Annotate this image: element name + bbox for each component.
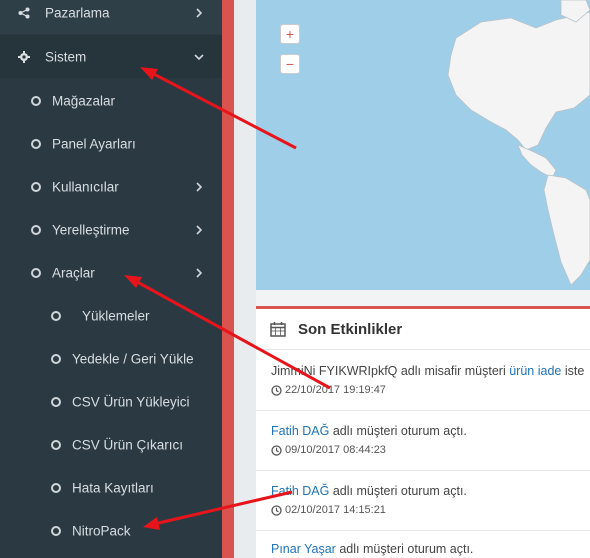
map-landmass [447,0,590,286]
sidebar-item-pazarlama[interactable]: Pazarlama [0,0,222,34]
sidebar-item-label: Pazarlama [45,5,110,20]
content-gutter [234,0,256,558]
sidebar-item-label: Yedekle / Geri Yükle [72,351,194,366]
clock-icon [271,444,282,456]
sidebar-item-label: Kullanıcılar [52,179,119,194]
world-map[interactable]: + − [256,0,590,290]
activity-time: 22/10/2017 19:19:47 [271,384,386,396]
sidebar-item-yedekle[interactable]: Yedekle / Geri Yükle [0,337,222,380]
activity-text: Fatih DAĞ adlı müşteri oturum açtı. [271,424,467,438]
sidebar-item-araclar[interactable]: Araçlar [0,251,222,294]
circle-icon [51,439,61,450]
gear-icon [18,50,30,63]
activity-text-post: adlı müşteri oturum açtı. [329,484,467,498]
recent-activity-panel: Son Etkinlikler JimmiNi FYIKWRIpkfQ adlı… [256,306,590,558]
activity-item: Fatih DAĞ adlı müşteri oturum açtı. 09/1… [256,410,590,471]
sidebar-item-csv-cikarici[interactable]: CSV Ürün Çıkarıcı [0,423,222,466]
zoom-in-button[interactable]: + [280,24,300,44]
sidebar-item-label: Hata Kayıtları [72,480,154,495]
zoom-out-button[interactable]: − [280,54,300,74]
activity-text-post: iste [561,364,585,378]
circle-icon [51,482,61,493]
activity-time-text: 02/10/2017 14:15:21 [285,504,386,516]
share-icon [18,7,30,18]
sidebar-item-yuklemeler[interactable]: Yüklemeler [0,294,222,337]
sidebar-item-csv-yukleyici[interactable]: CSV Ürün Yükleyici [0,380,222,423]
activity-item: JimmiNi FYIKWRIpkfQ adlı misafir müşteri… [256,350,590,411]
accent-strip [222,0,234,558]
activity-time-text: 09/10/2017 08:44:23 [285,444,386,456]
circle-icon [31,138,41,149]
chevron-right-icon [196,181,203,192]
sidebar-item-label: Yüklemeler [82,308,150,323]
clock-icon [271,504,282,516]
circle-icon [51,525,61,536]
sidebar-item-yerellestirme[interactable]: Yerelleştirme [0,208,222,251]
circle-icon [31,224,41,235]
sidebar-item-magazalar[interactable]: Mağazalar [0,79,222,122]
activity-link[interactable]: ürün iade [509,364,561,378]
activity-item: Pınar Yaşar adlı müşteri oturum açtı. [256,530,590,558]
panel-title: Son Etkinlikler [298,321,403,338]
sidebar-item-label: Panel Ayarları [52,136,136,151]
activity-text-post: adlı müşteri oturum açtı. [329,424,467,438]
sidebar-item-label: CSV Ürün Yükleyici [72,394,190,409]
chevron-right-icon [196,224,203,235]
sidebar-item-label: Yerelleştirme [52,222,130,237]
sidebar-item-label: NitroPack [72,523,131,538]
sidebar-item-sistem[interactable]: Sistem [0,35,222,78]
activity-link[interactable]: Fatih DAĞ [271,424,329,438]
sidebar-item-panel-ayarlari[interactable]: Panel Ayarları [0,122,222,165]
calendar-icon [270,322,286,337]
chevron-right-icon [196,7,203,18]
sidebar-item-label: CSV Ürün Çıkarıcı [72,437,184,452]
circle-icon [51,353,61,364]
sidebar-item-label: Araçlar [52,265,95,280]
activity-time-text: 22/10/2017 19:19:47 [285,384,386,396]
sidebar-item-kullanicilar[interactable]: Kullanıcılar [0,165,222,208]
clock-icon [271,384,282,396]
activity-link[interactable]: Fatih DAĞ [271,484,329,498]
circle-icon [51,396,61,407]
activity-text: Fatih DAĞ adlı müşteri oturum açtı. [271,484,467,498]
activity-text-pre: JimmiNi FYIKWRIpkfQ adlı misafir müşteri [271,364,510,378]
chevron-down-icon [194,53,204,60]
activity-link[interactable]: Pınar Yaşar [271,542,336,556]
circle-icon [31,181,41,192]
activity-text: Pınar Yaşar adlı müşteri oturum açtı. [271,542,473,556]
sidebar-item-label: Sistem [45,49,87,64]
chevron-right-icon [196,267,203,278]
activity-time: 09/10/2017 08:44:23 [271,444,386,456]
circle-icon [31,95,41,106]
sidebar-item-label: Mağazalar [52,93,116,108]
circle-icon [31,267,41,278]
circle-icon [51,310,61,321]
panel-header: Son Etkinlikler [256,309,590,350]
sidebar-item-hata-kayitlari[interactable]: Hata Kayıtları [0,466,222,509]
activity-text: JimmiNi FYIKWRIpkfQ adlı misafir müşteri… [271,364,584,378]
sidebar: Pazarlama Sistem Mağazalar Panel Ayarlar… [0,0,222,558]
activity-item: Fatih DAĞ adlı müşteri oturum açtı. 02/1… [256,470,590,531]
activity-time: 02/10/2017 14:15:21 [271,504,386,516]
sidebar-item-nitropack[interactable]: NitroPack [0,509,222,552]
activity-text-post: adlı müşteri oturum açtı. [335,542,474,556]
